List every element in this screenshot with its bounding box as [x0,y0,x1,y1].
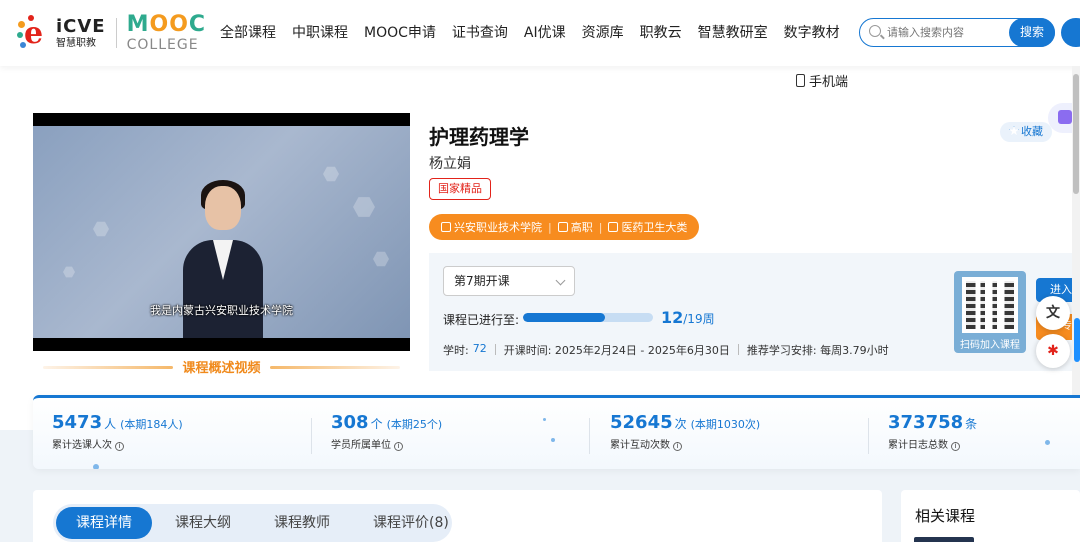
stat-enrollments: 5473 人 (本期184人) 累计选课人次 i [52,412,183,451]
icve-logo-subtext: 智慧职教 [56,37,96,49]
hours-value: 72 [472,342,487,355]
open-time: 开课时间: 2025年2月24日 - 2025年6月30日 [503,344,730,357]
nav-item-secondary-courses[interactable]: 中职课程 [292,22,348,42]
nav-item-all-courses[interactable]: 全部课程 [220,22,276,42]
user-button[interactable] [1061,18,1080,47]
period-select[interactable]: 第7期开课 [443,266,575,296]
star-icon [1009,126,1019,136]
site-logo[interactable]: e iCVE 智慧职教 MOOC COLLEGE [16,14,206,52]
detail-tabs: 课程详情 课程大纲 课程教师 课程评价(8) [53,504,452,542]
info-icon: i [115,442,124,451]
period-select-value: 第7期开课 [454,274,510,288]
qr-code-icon [962,277,1018,333]
search-icon [869,25,881,37]
translate-icon[interactable]: 文 [1036,296,1070,330]
tab-course-reviews[interactable]: 课程评价(8) [353,507,469,539]
scrollbar-thumb[interactable] [1073,74,1079,194]
nav-item-cloud[interactable]: 职教云 [640,22,682,42]
nav-item-resources[interactable]: 资源库 [582,22,624,42]
video-frame: 我是内蒙古兴安职业技术学院 [33,126,410,338]
nav-item-research[interactable]: 智慧教研室 [698,22,768,42]
course-meta: 学时: 72 开课时间: 2025年2月24日 - 2025年6月30日 推荐学习… [443,342,889,358]
study-schedule: 推荐学习安排: 每周3.79小时 [746,344,889,357]
stat-logs: 373758 条 累计日志总数 i [888,412,978,451]
video-caption: 课程概述视频 [33,357,410,376]
related-courses-title: 相关课程 [915,507,976,525]
search-box: 搜索 [859,17,1055,47]
phone-icon [796,74,805,87]
college-logo-text: COLLEGE [126,37,199,53]
category-tag[interactable]: 医药卫生大类 [608,219,687,235]
progress-label: 课程已进行至: [443,313,520,327]
tab-course-details[interactable]: 课程详情 [56,507,152,539]
join-qr-code[interactable]: 扫码加入课程 [954,271,1026,353]
nav-item-ai-course[interactable]: AI优课 [524,22,566,42]
main-nav: 全部课程 中职课程 MOOC申请 证书查询 AI优课 资源库 职教云 智慧教研室… [220,22,856,42]
qr-label: 扫码加入课程 [960,340,1020,351]
info-icon: i [394,442,403,451]
mobile-label: 手机端 [809,75,849,90]
related-course-thumbnail[interactable] [914,537,974,542]
related-courses-panel: 相关课程 [901,490,1080,542]
progress-bar-fill [523,313,606,322]
stat-interactions: 52645 次 (本期1030次) 累计互动次数 i [610,412,761,451]
progress-total-weeks: /19周 [683,312,715,326]
hours-label: 学时: [443,344,469,357]
progress-weeks: 12/19周 [661,308,715,327]
side-indicator [1074,318,1080,362]
chevron-down-icon [555,275,566,286]
tab-course-outline[interactable]: 课程大纲 [155,507,251,539]
course-tags: 兴安职业技术学院 | 高职 | 医药卫生大类 [429,214,700,240]
national-quality-badge: 国家精品 [429,178,491,200]
nav-item-textbooks[interactable]: 数字教材 [784,22,840,42]
school-tag[interactable]: 兴安职业技术学院 [441,219,542,235]
nav-item-mooc-apply[interactable]: MOOC申请 [364,22,436,42]
search-input[interactable] [887,22,997,42]
favorite-button[interactable]: 收藏 [1000,122,1052,142]
progress-current-week: 12 [661,308,684,327]
info-icon: i [673,442,682,451]
favorite-label: 收藏 [1021,125,1043,138]
book-icon [608,222,619,232]
info-icon: i [951,442,960,451]
level-tag[interactable]: 高职 [557,219,593,235]
stat-institutions: 308 个 (本期25个) 学员所属单位 i [331,412,443,451]
course-stats: 5473 人 (本期184人) 累计选课人次 i 308 个 (本期25个) 学员所属单位… [33,395,1080,469]
course-video-player[interactable]: 我是内蒙古兴安职业技术学院 [33,113,410,351]
video-subtitle: 我是内蒙古兴安职业技术学院 [150,304,293,317]
mooc-logo-text: MOOC [126,12,207,37]
layers-icon [557,222,568,232]
search-button[interactable]: 搜索 [1009,17,1055,47]
course-teacher[interactable]: 杨立娟 [429,153,471,173]
notes-icon [1058,110,1072,124]
mobile-link[interactable]: 手机端 [796,71,848,90]
top-header: e iCVE 智慧职教 MOOC COLLEGE 全部课程 中职课程 MOOC申… [0,0,1080,66]
school-icon [441,222,451,232]
network-icon[interactable]: ✱ [1036,334,1070,368]
progress-bar [523,313,653,322]
tab-course-teachers[interactable]: 课程教师 [254,507,350,539]
logo-divider [115,18,117,48]
nav-item-certificate[interactable]: 证书查询 [452,22,508,42]
icve-logo-icon: e [16,15,54,51]
icve-logo-text: iCVE [56,15,106,37]
course-title: 护理药理学 [429,125,529,149]
